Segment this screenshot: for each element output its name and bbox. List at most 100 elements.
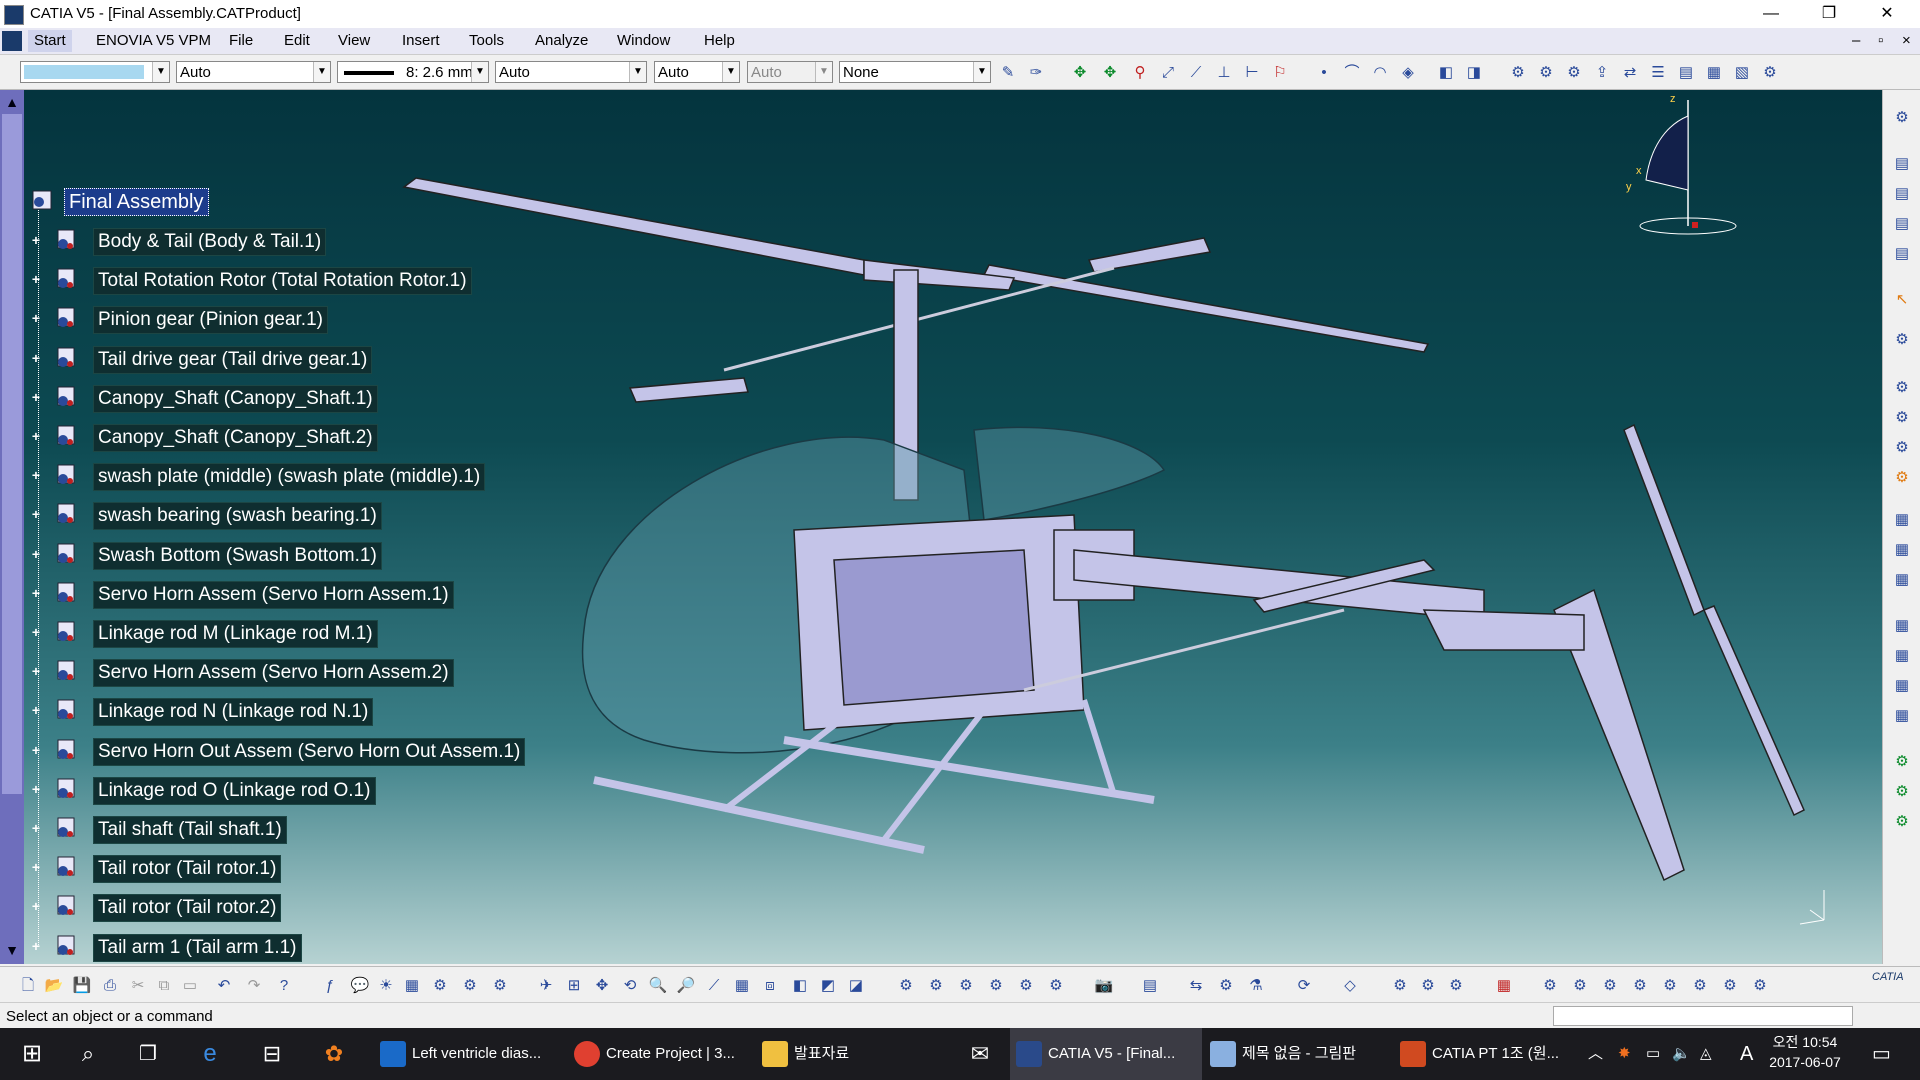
grid-icon[interactable]: ▦ <box>1494 976 1514 996</box>
distance-icon[interactable]: ▦ <box>1892 540 1912 560</box>
mail-icon[interactable]: ✉ <box>956 1028 1004 1080</box>
catalog-icon[interactable]: ⚙ <box>1892 408 1912 428</box>
player-icon[interactable]: ⚙ <box>1720 976 1740 996</box>
multi-view-icon[interactable]: ▦ <box>732 976 752 996</box>
formula-icon[interactable]: ƒ <box>320 976 340 996</box>
analysis-icon[interactable]: ▤ <box>1892 184 1912 204</box>
apply-material-icon[interactable]: ⚙ <box>1418 976 1438 996</box>
chevron-down-icon[interactable]: ▼ <box>471 62 488 82</box>
numbering-icon[interactable]: ▤ <box>1676 63 1696 83</box>
inertia-icon[interactable]: ⚙ <box>986 976 1006 996</box>
volume-icon[interactable]: 🔈 <box>1672 1028 1691 1080</box>
iso-view-icon[interactable]: ⧈ <box>760 976 780 996</box>
render-style-combo[interactable]: None ▼ <box>839 61 991 83</box>
expand-plus-icon[interactable]: + <box>30 664 42 678</box>
tree-item-label[interactable]: Total Rotation Rotor (Total Rotation Rot… <box>93 267 472 296</box>
reuse-pattern-icon[interactable]: ⚙ <box>1760 63 1780 83</box>
scene-icon[interactable]: ◧ <box>1436 63 1456 83</box>
shading-icon[interactable]: ◧ <box>790 976 810 996</box>
painter-icon[interactable]: ✎ <box>998 63 1018 83</box>
component-icon[interactable]: ⚙ <box>1536 63 1556 83</box>
close-button[interactable]: ✕ <box>1858 0 1916 28</box>
chevron-down-icon[interactable]: ▼ <box>313 62 330 82</box>
sweep-tool-icon[interactable]: ⚙ <box>1540 976 1560 996</box>
chevron-down-icon[interactable]: ▼ <box>629 62 646 82</box>
graph-tree-reorder-icon[interactable]: ☰ <box>1648 63 1668 83</box>
normal-view-icon[interactable]: ⟋ <box>704 976 724 996</box>
expand-plus-icon[interactable]: + <box>30 429 42 443</box>
update-icon[interactable]: ⚙ <box>1892 378 1912 398</box>
refresh-icon[interactable]: ⟳ <box>1294 976 1314 996</box>
expand-plus-icon[interactable]: + <box>30 743 42 757</box>
coincidence-icon[interactable]: ⊢ <box>1242 63 1262 83</box>
catia-app-icon[interactable] <box>4 5 24 25</box>
document-icon[interactable] <box>2 31 22 51</box>
doc-restore-button[interactable]: ▫ <box>1878 32 1883 49</box>
tree-item-label[interactable]: Tail rotor (Tail rotor.1) <box>93 855 282 884</box>
whats-this-icon[interactable]: ? <box>274 976 294 996</box>
doc-close-button[interactable]: × <box>1902 32 1911 49</box>
simulate-icon[interactable]: ⚙ <box>1600 976 1620 996</box>
curve-icon[interactable]: ⌒ <box>1342 63 1362 83</box>
transparency-combo[interactable]: Auto ▼ <box>176 61 331 83</box>
open-icon[interactable]: 📂 <box>44 976 64 996</box>
ime-indicator[interactable]: A <box>1740 1028 1753 1080</box>
split-icon[interactable]: ⚙ <box>1892 782 1912 802</box>
replay-icon[interactable]: ⚙ <box>1750 976 1770 996</box>
sweep-icon[interactable]: ▤ <box>1892 244 1912 264</box>
material-icon[interactable]: ⚙ <box>1390 976 1410 996</box>
new-icon[interactable]: 🗋 <box>18 976 38 996</box>
multi-instantiation-icon[interactable]: ▦ <box>1704 63 1724 83</box>
constraint-display-icon[interactable]: ⚙ <box>1216 976 1236 996</box>
expand-plus-icon[interactable]: + <box>30 547 42 561</box>
color-combo[interactable]: ▼ <box>20 61 170 83</box>
surface-icon[interactable]: ◠ <box>1370 63 1390 83</box>
menu-help[interactable]: Help <box>704 32 735 49</box>
scroll-up-icon[interactable]: ▲ <box>3 94 21 112</box>
swap-space-icon[interactable]: ◪ <box>846 976 866 996</box>
hide-show-icon[interactable]: ◩ <box>818 976 838 996</box>
power-input-field[interactable] <box>1553 1006 1853 1026</box>
group-icon[interactable]: ▦ <box>1892 676 1912 696</box>
expand-plus-icon[interactable]: + <box>30 311 42 325</box>
print-icon[interactable]: ⎙ <box>100 976 120 996</box>
annotation-icon[interactable]: ⚙ <box>1892 468 1912 488</box>
network-icon[interactable]: ◬ <box>1700 1028 1712 1080</box>
expand-plus-icon[interactable]: + <box>30 821 42 835</box>
select-icon[interactable]: ↖ <box>1892 290 1912 310</box>
menu-start[interactable]: Start <box>28 30 72 52</box>
tree-item-label[interactable]: Body & Tail (Body & Tail.1) <box>93 228 327 256</box>
scene-edit-icon[interactable]: ◨ <box>1464 63 1484 83</box>
tree-item-label[interactable]: Pinion gear (Pinion gear.1) <box>93 306 328 335</box>
render-icon[interactable]: ⚙ <box>1046 976 1066 996</box>
fly-mode-icon[interactable]: ✈ <box>536 976 556 996</box>
knowledge-icon[interactable]: ⚙ <box>430 976 450 996</box>
tree-item-label[interactable]: Canopy_Shaft (Canopy_Shaft.1) <box>93 384 378 413</box>
sequence-icon[interactable]: ⚙ <box>1690 976 1710 996</box>
point-icon[interactable]: • <box>1314 63 1334 83</box>
task-edge-window[interactable]: Left ventricle dias... <box>374 1028 570 1080</box>
clash-icon[interactable]: ⟋ <box>1186 63 1206 83</box>
save-icon[interactable]: 💾 <box>72 976 92 996</box>
menu-edit[interactable]: Edit <box>284 32 310 49</box>
sectioning-icon[interactable]: ⚙ <box>1016 976 1036 996</box>
doc-minimize-button[interactable]: – <box>1852 32 1860 49</box>
expand-plus-icon[interactable]: + <box>30 703 42 717</box>
comment-icon[interactable]: 💬 <box>350 976 370 996</box>
part-icon[interactable]: ⚙ <box>1564 63 1584 83</box>
chevron-down-icon[interactable]: ▼ <box>722 62 739 82</box>
manipulate-icon[interactable]: ✥ <box>1100 63 1120 83</box>
task-powerpoint-window[interactable]: CATIA PT 1조 (원... <box>1394 1028 1580 1080</box>
existing-component-icon[interactable]: ⇪ <box>1592 63 1612 83</box>
compass-icon[interactable]: z x y <box>1624 90 1764 250</box>
battery-icon[interactable]: ▭ <box>1646 1028 1660 1080</box>
compare-icon[interactable]: ⇆ <box>1186 976 1206 996</box>
tree-item-label[interactable]: Servo Horn Assem (Servo Horn Assem.2) <box>93 659 454 688</box>
light-icon[interactable]: ☀ <box>376 976 396 996</box>
publication-icon[interactable]: ⚙ <box>1892 438 1912 458</box>
windows-start-icon[interactable]: ⊞ <box>14 1028 50 1080</box>
expand-plus-icon[interactable]: + <box>30 390 42 404</box>
scroll-down-icon[interactable]: ▼ <box>3 942 21 960</box>
expand-plus-icon[interactable]: + <box>30 899 42 913</box>
zoom-in-icon[interactable]: 🔍 <box>648 976 668 996</box>
